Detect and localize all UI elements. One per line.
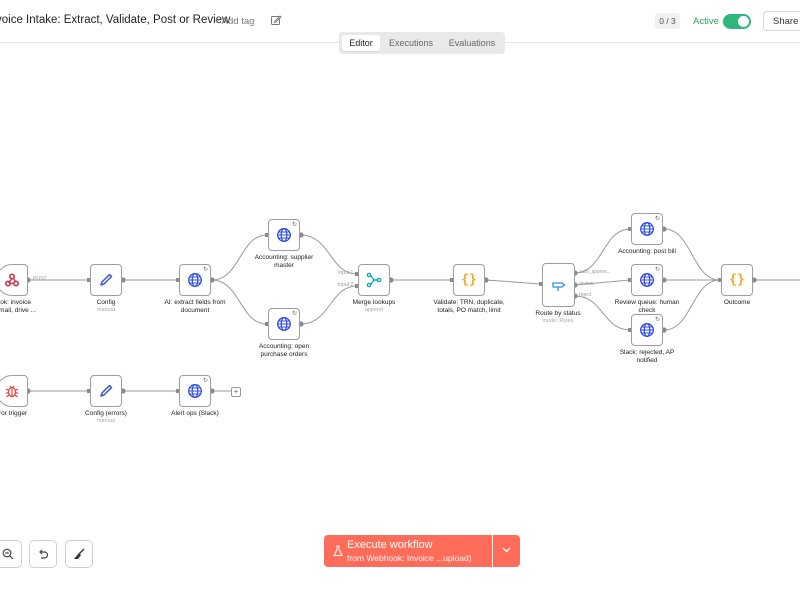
globe-icon [640,323,654,337]
edge-label-input1: Input 1 [338,270,354,276]
node-merge[interactable] [358,264,390,296]
active-label: Active [693,16,719,27]
switch-icon [551,282,566,291]
refresh-icon: ↻ [202,267,208,273]
node-webhook-label: hook: invoice d (email, drive ... [0,299,37,314]
execute-label: Execute workflow [347,539,433,551]
globe-icon [188,273,202,287]
node-alert-ops-label: Alert ops (Slack) [171,410,219,417]
node-open-pos-label: Accounting: open purchase orders [258,343,310,358]
node-slack-rejected[interactable]: ↻ [631,314,663,346]
node-slack-rejected-label: Slack: rejected, AP notified [619,349,675,364]
node-merge-label: Merge lookups [352,299,396,306]
node-route-label: Route by status [535,310,581,317]
node-outcome[interactable]: {} [721,264,753,296]
edge-label-review: review [579,281,594,287]
globe-icon [277,228,291,242]
node-supplier-master-label: Accounting: supplier master [254,254,314,269]
code-icon: {} [729,272,745,288]
pencil-icon [100,384,113,397]
add-node-button[interactable]: + [231,387,241,397]
node-error-trigger-label: rror trigger [0,410,28,417]
bug-icon [5,385,19,398]
edge-label-post: POST [33,276,47,282]
version-counter: 0 / 3 [655,13,680,29]
refresh-icon: ↻ [654,267,660,273]
add-tag-button[interactable]: + Add tag [214,16,254,27]
globe-icon [640,273,654,287]
globe-icon [277,317,291,331]
node-outcome-label: Outcome [723,299,751,306]
node-error-trigger[interactable] [0,375,28,407]
workflow-canvas[interactable]: POST Input 1 Input 2 auto_approv... revi… [0,43,800,600]
refresh-icon: ↻ [291,222,297,228]
undo-button[interactable] [29,540,57,568]
node-webhook[interactable] [0,264,28,296]
share-button[interactable]: Share [763,11,800,31]
execute-from: from Webhook: Invoice ...upload) [347,553,472,563]
node-review-queue-label: Review queue: human check [614,299,680,314]
active-toggle[interactable] [723,14,751,29]
node-config-errors[interactable] [90,375,122,407]
node-validate-label: Validate: TRN, duplicate, totals, PO mat… [433,299,505,314]
node-validate[interactable]: {} [453,264,485,296]
edit-icon[interactable] [270,14,282,26]
node-config-sub: manual [96,307,116,313]
undo-icon [39,549,49,559]
connections-layer [25,226,800,394]
node-alert-ops[interactable]: ↻ [179,375,211,407]
code-icon: {} [461,272,477,288]
webhook-icon [4,273,20,287]
node-config-errors-sub: manual [96,418,116,424]
node-route-sub: mode: Rules [542,318,574,324]
execute-workflow-button[interactable]: Execute workflow from Webhook: Invoice .… [324,535,492,567]
edge-label-input2: Input 2 [338,282,354,288]
node-config[interactable] [90,264,122,296]
refresh-icon: ↻ [654,317,660,323]
globe-icon [188,384,202,398]
refresh-icon: ↻ [202,378,208,384]
node-review-queue[interactable]: ↻ [631,264,663,296]
merge-icon [366,272,382,288]
pencil-icon [100,273,113,286]
node-ai-extract-label: AI: extract fields from document [164,299,226,314]
edge-label-reject: reject [579,292,592,298]
workflow-title[interactable]: voice Intake: Extract, Validate, Post or… [0,14,230,26]
node-config-errors-label: Config (errors) [85,410,127,417]
chevron-down-icon [502,547,511,553]
globe-icon [640,222,654,236]
node-post-bill-label: Accounting: post bill [618,248,676,255]
node-post-bill[interactable]: ↻ [631,213,663,245]
refresh-icon: ↻ [291,311,297,317]
node-supplier-master[interactable]: ↻ [268,219,300,251]
node-config-label: Config [96,299,116,306]
node-ai-extract[interactable]: ↻ [179,264,211,296]
zoom-out-icon [2,548,14,560]
toggle-knob [738,16,749,27]
refresh-icon: ↻ [654,216,660,222]
broom-icon [74,548,85,559]
flask-icon [333,545,343,556]
tidy-up-button[interactable] [65,540,93,568]
node-route[interactable] [542,263,575,307]
edge-label-auto: auto_approv... [579,269,611,275]
execute-options-button[interactable] [493,535,520,567]
node-merge-sub: append [364,307,384,313]
zoom-out-button[interactable] [0,540,22,568]
edge-validate-route [485,279,542,285]
node-open-pos[interactable]: ↻ [268,308,300,340]
